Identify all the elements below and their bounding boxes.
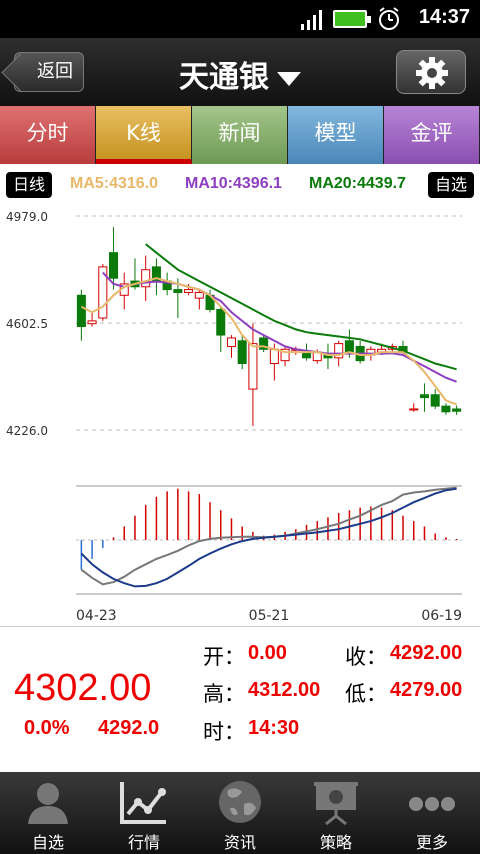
candle-body <box>184 289 194 293</box>
low-label: 低： <box>345 682 387 706</box>
nav-more-label: 更多 <box>415 833 448 852</box>
chart-icon <box>120 782 166 824</box>
candle-body <box>452 408 462 412</box>
tab-kline[interactable]: K线 <box>96 106 192 164</box>
title-bar: 返回 天通银 <box>0 38 480 106</box>
high-value: 4312.00 <box>248 679 321 701</box>
tab-news[interactable]: 新闻 <box>192 106 288 164</box>
alarm-icon <box>379 7 399 30</box>
candle-body <box>76 294 86 328</box>
settings-button[interactable] <box>396 50 466 94</box>
tab-model[interactable]: 模型 <box>288 106 384 164</box>
presentation-icon <box>314 782 358 826</box>
signal-icon <box>301 10 322 30</box>
title-text: 天通银 <box>179 60 269 95</box>
x-tick-label: 04-23 <box>76 608 117 624</box>
more-icon <box>409 797 455 811</box>
candle-body <box>173 289 183 293</box>
open-label: 开： <box>203 645 245 669</box>
candle-body <box>409 408 419 411</box>
quote-panel: 4302.00 0.0% 4292.0 开： 0.00 收： 4292.00 高… <box>0 626 480 772</box>
high-label: 高： <box>203 682 245 706</box>
tab-bar: 分时 K线 新闻 模型 金评 <box>0 106 480 164</box>
close-label: 收： <box>345 645 387 669</box>
status-bar: 14:37 <box>0 0 480 38</box>
bottom-nav: 自选 行情 资讯 策略 更多 <box>0 772 480 854</box>
nav-news-label: 资讯 <box>223 833 256 852</box>
nav-news[interactable]: 资讯 <box>192 772 288 854</box>
y-tick-label: 4979.0 <box>6 210 48 224</box>
chart-area: 日线 MA5:4316.0 MA10:4396.1 MA20:4439.7 自选… <box>0 164 480 626</box>
nav-quotes[interactable]: 行情 <box>96 772 192 854</box>
y-tick-label: 4602.5 <box>6 317 48 331</box>
candle-body <box>216 309 226 336</box>
candle-body <box>237 340 247 364</box>
candle-body <box>141 269 151 288</box>
candle-body <box>441 405 451 413</box>
dropdown-caret-icon <box>277 71 301 86</box>
nav-strategy[interactable]: 策略 <box>288 772 384 854</box>
candle-body <box>430 394 440 407</box>
candle-body <box>109 252 119 279</box>
kline-chart[interactable]: 4979.0 4602.5 4226.0 04-23 05-21 06-19 <box>0 164 480 626</box>
globe-icon <box>219 781 261 823</box>
candle-body <box>248 343 258 390</box>
change-percent: 0.0% <box>24 717 70 739</box>
candle-body <box>87 320 97 325</box>
time-value: 14:30 <box>248 717 300 739</box>
dea-line <box>80 487 457 588</box>
status-time: 14:37 <box>418 6 470 28</box>
person-icon <box>28 783 68 824</box>
nav-strategy-label: 策略 <box>319 833 352 852</box>
dif-line <box>80 486 457 586</box>
candle-body <box>344 340 354 353</box>
open-value: 0.00 <box>248 642 287 664</box>
close-value: 4292.00 <box>390 642 463 664</box>
candle-body <box>419 394 429 399</box>
x-tick-label: 06-19 <box>421 608 462 624</box>
tab-intraday[interactable]: 分时 <box>0 106 96 164</box>
x-tick-label: 05-21 <box>249 608 290 624</box>
ma5-line <box>80 277 457 406</box>
previous-price: 4292.0 <box>98 717 160 739</box>
battery-icon <box>333 10 371 28</box>
candle-body <box>226 337 236 347</box>
current-price: 4302.00 <box>14 667 152 709</box>
gear-icon <box>416 57 448 89</box>
ma10-line <box>102 271 457 383</box>
nav-more[interactable]: 更多 <box>384 772 480 854</box>
nav-quotes-label: 行情 <box>127 833 160 852</box>
nav-watchlist-label: 自选 <box>31 833 64 852</box>
time-label: 时： <box>203 720 245 744</box>
y-tick-label: 4226.0 <box>6 424 48 438</box>
candle-body <box>269 348 279 364</box>
nav-watchlist[interactable]: 自选 <box>0 772 96 854</box>
low-value: 4279.00 <box>390 679 463 701</box>
tab-commentary[interactable]: 金评 <box>384 106 480 164</box>
candle-body <box>194 291 204 299</box>
